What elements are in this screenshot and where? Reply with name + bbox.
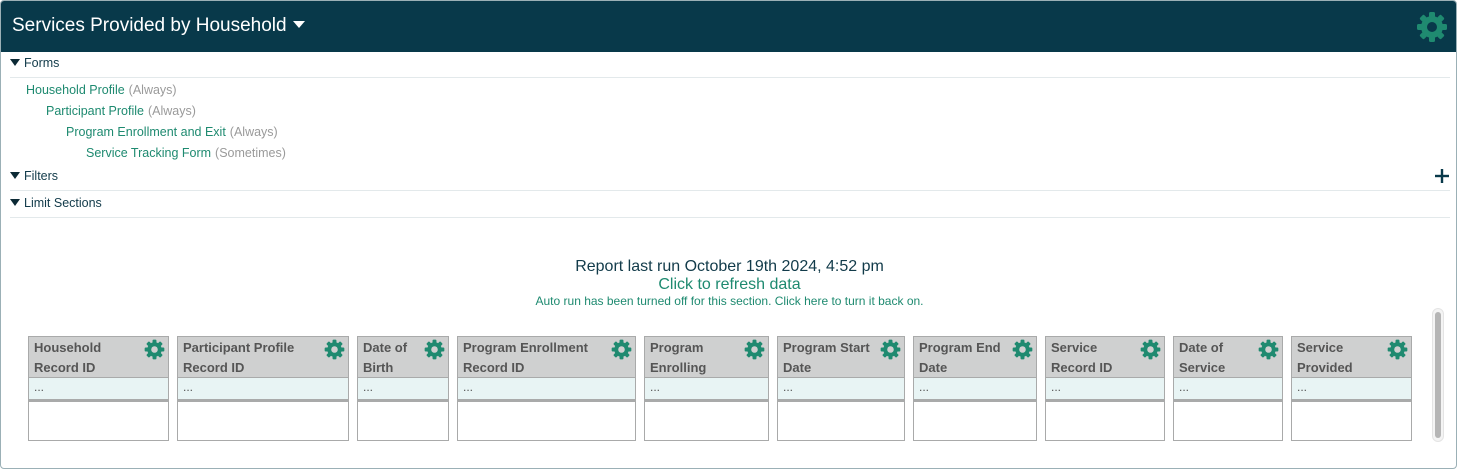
report-header: Services Provided by Household [1,1,1456,52]
column-header: Service Provided [1291,336,1412,378]
form-name: Participant Profile [46,104,144,118]
column-header: Program Enrolling [644,336,769,378]
column-body [1291,400,1412,441]
form-frequency: (Always) [128,83,177,97]
form-link-participant-profile[interactable]: Participant Profile (Always) [46,104,196,118]
triangle-down-icon [10,199,20,206]
column-title: Household Record ID [34,340,102,375]
form-frequency: (Sometimes) [215,146,286,160]
limit-sections-label: Limit Sections [24,196,102,210]
column-placeholder-row: ... [777,378,905,400]
form-link-household-profile[interactable]: Household Profile (Always) [26,83,177,97]
column-placeholder-row: ... [913,378,1037,400]
column-title: Program End Date [919,340,1001,375]
gear-icon[interactable] [324,339,345,360]
autorun-toggle-link[interactable]: Auto run has been turned off for this se… [536,294,924,308]
column-placeholder-row: ... [1045,378,1165,400]
column-household-record-id: Household Record ID ... [28,336,169,441]
limit-sections-toggle[interactable]: Limit Sections [10,196,1450,218]
caret-down-icon [292,21,305,28]
column-header: Date of Service [1173,336,1283,378]
gear-icon[interactable] [1416,11,1448,43]
triangle-down-icon [10,172,20,179]
column-body [777,400,905,441]
column-placeholder-row: ... [1291,378,1412,400]
column-header: Date of Birth [357,336,449,378]
column-header: Participant Profile Record ID [177,336,349,378]
gear-icon[interactable] [880,339,901,360]
form-link-program-enrollment[interactable]: Program Enrollment and Exit (Always) [66,125,278,139]
column-placeholder-row: ... [644,378,769,400]
column-placeholder-row: ... [357,378,449,400]
column-title: Service Record ID [1051,340,1113,375]
column-placeholder-row: ... [177,378,349,400]
column-participant-profile-record-id: Participant Profile Record ID ... [177,336,349,441]
column-header: Household Record ID [28,336,169,378]
column-header: Program Enrollment Record ID [457,336,636,378]
column-body [457,400,636,441]
gear-icon[interactable] [1012,339,1033,360]
filters-section-toggle[interactable]: Filters [10,169,1450,191]
column-service-provided: Service Provided ... [1291,336,1412,441]
column-body [913,400,1037,441]
column-date-of-birth: Date of Birth ... [357,336,449,441]
forms-section-toggle[interactable]: Forms [10,56,1450,78]
column-title: Program Enrollment Record ID [463,340,588,375]
form-frequency: (Always) [229,125,278,139]
form-frequency: (Always) [147,104,196,118]
column-title: Participant Profile Record ID [183,340,295,375]
column-program-enrollment-record-id: Program Enrollment Record ID ... [457,336,636,441]
forms-section-label: Forms [24,56,60,70]
gear-icon[interactable] [424,339,445,360]
gear-icon[interactable] [744,339,765,360]
gear-icon[interactable] [144,339,165,360]
column-header: Program End Date [913,336,1037,378]
gear-icon[interactable] [1387,339,1408,360]
report-title-dropdown[interactable]: Services Provided by Household [12,15,305,37]
triangle-down-icon [10,59,20,66]
gear-icon[interactable] [1258,339,1279,360]
column-header: Program Start Date [777,336,905,378]
column-program-enrolling: Program Enrolling ... [644,336,769,441]
column-title: Program Enrolling [650,340,707,375]
form-name: Household Profile [26,83,125,97]
column-title: Date of Birth [363,340,408,375]
column-body [357,400,449,441]
column-body [644,400,769,441]
column-body [1045,400,1165,441]
vertical-scrollbar[interactable] [1432,308,1444,442]
column-title: Service Provided [1297,340,1353,375]
column-header: Service Record ID [1045,336,1165,378]
form-name: Program Enrollment and Exit [66,125,226,139]
column-body [28,400,169,441]
scrollbar-thumb[interactable] [1435,312,1441,438]
column-body [177,400,349,441]
column-body [1173,400,1283,441]
form-link-service-tracking[interactable]: Service Tracking Form (Sometimes) [86,146,286,160]
column-date-of-service: Date of Service ... [1173,336,1283,441]
refresh-data-link[interactable]: Click to refresh data [658,276,800,293]
column-title: Program Start Date [783,340,870,375]
column-placeholder-row: ... [457,378,636,400]
plus-icon[interactable] [1434,167,1450,185]
column-service-record-id: Service Record ID ... [1045,336,1165,441]
gear-icon[interactable] [1140,339,1161,360]
column-placeholder-row: ... [1173,378,1283,400]
column-placeholder-row: ... [28,378,169,400]
report-panel: Services Provided by Household Forms Hou… [0,0,1457,469]
form-name: Service Tracking Form [86,146,212,160]
report-title: Services Provided by Household [12,15,287,36]
column-title: Date of Service [1179,340,1226,375]
report-last-run: Report last run October 19th 2024, 4:52 … [575,258,884,275]
column-program-end-date: Program End Date ... [913,336,1037,441]
gear-icon[interactable] [611,339,632,360]
column-program-start-date: Program Start Date ... [777,336,905,441]
filters-section-label: Filters [24,169,59,183]
